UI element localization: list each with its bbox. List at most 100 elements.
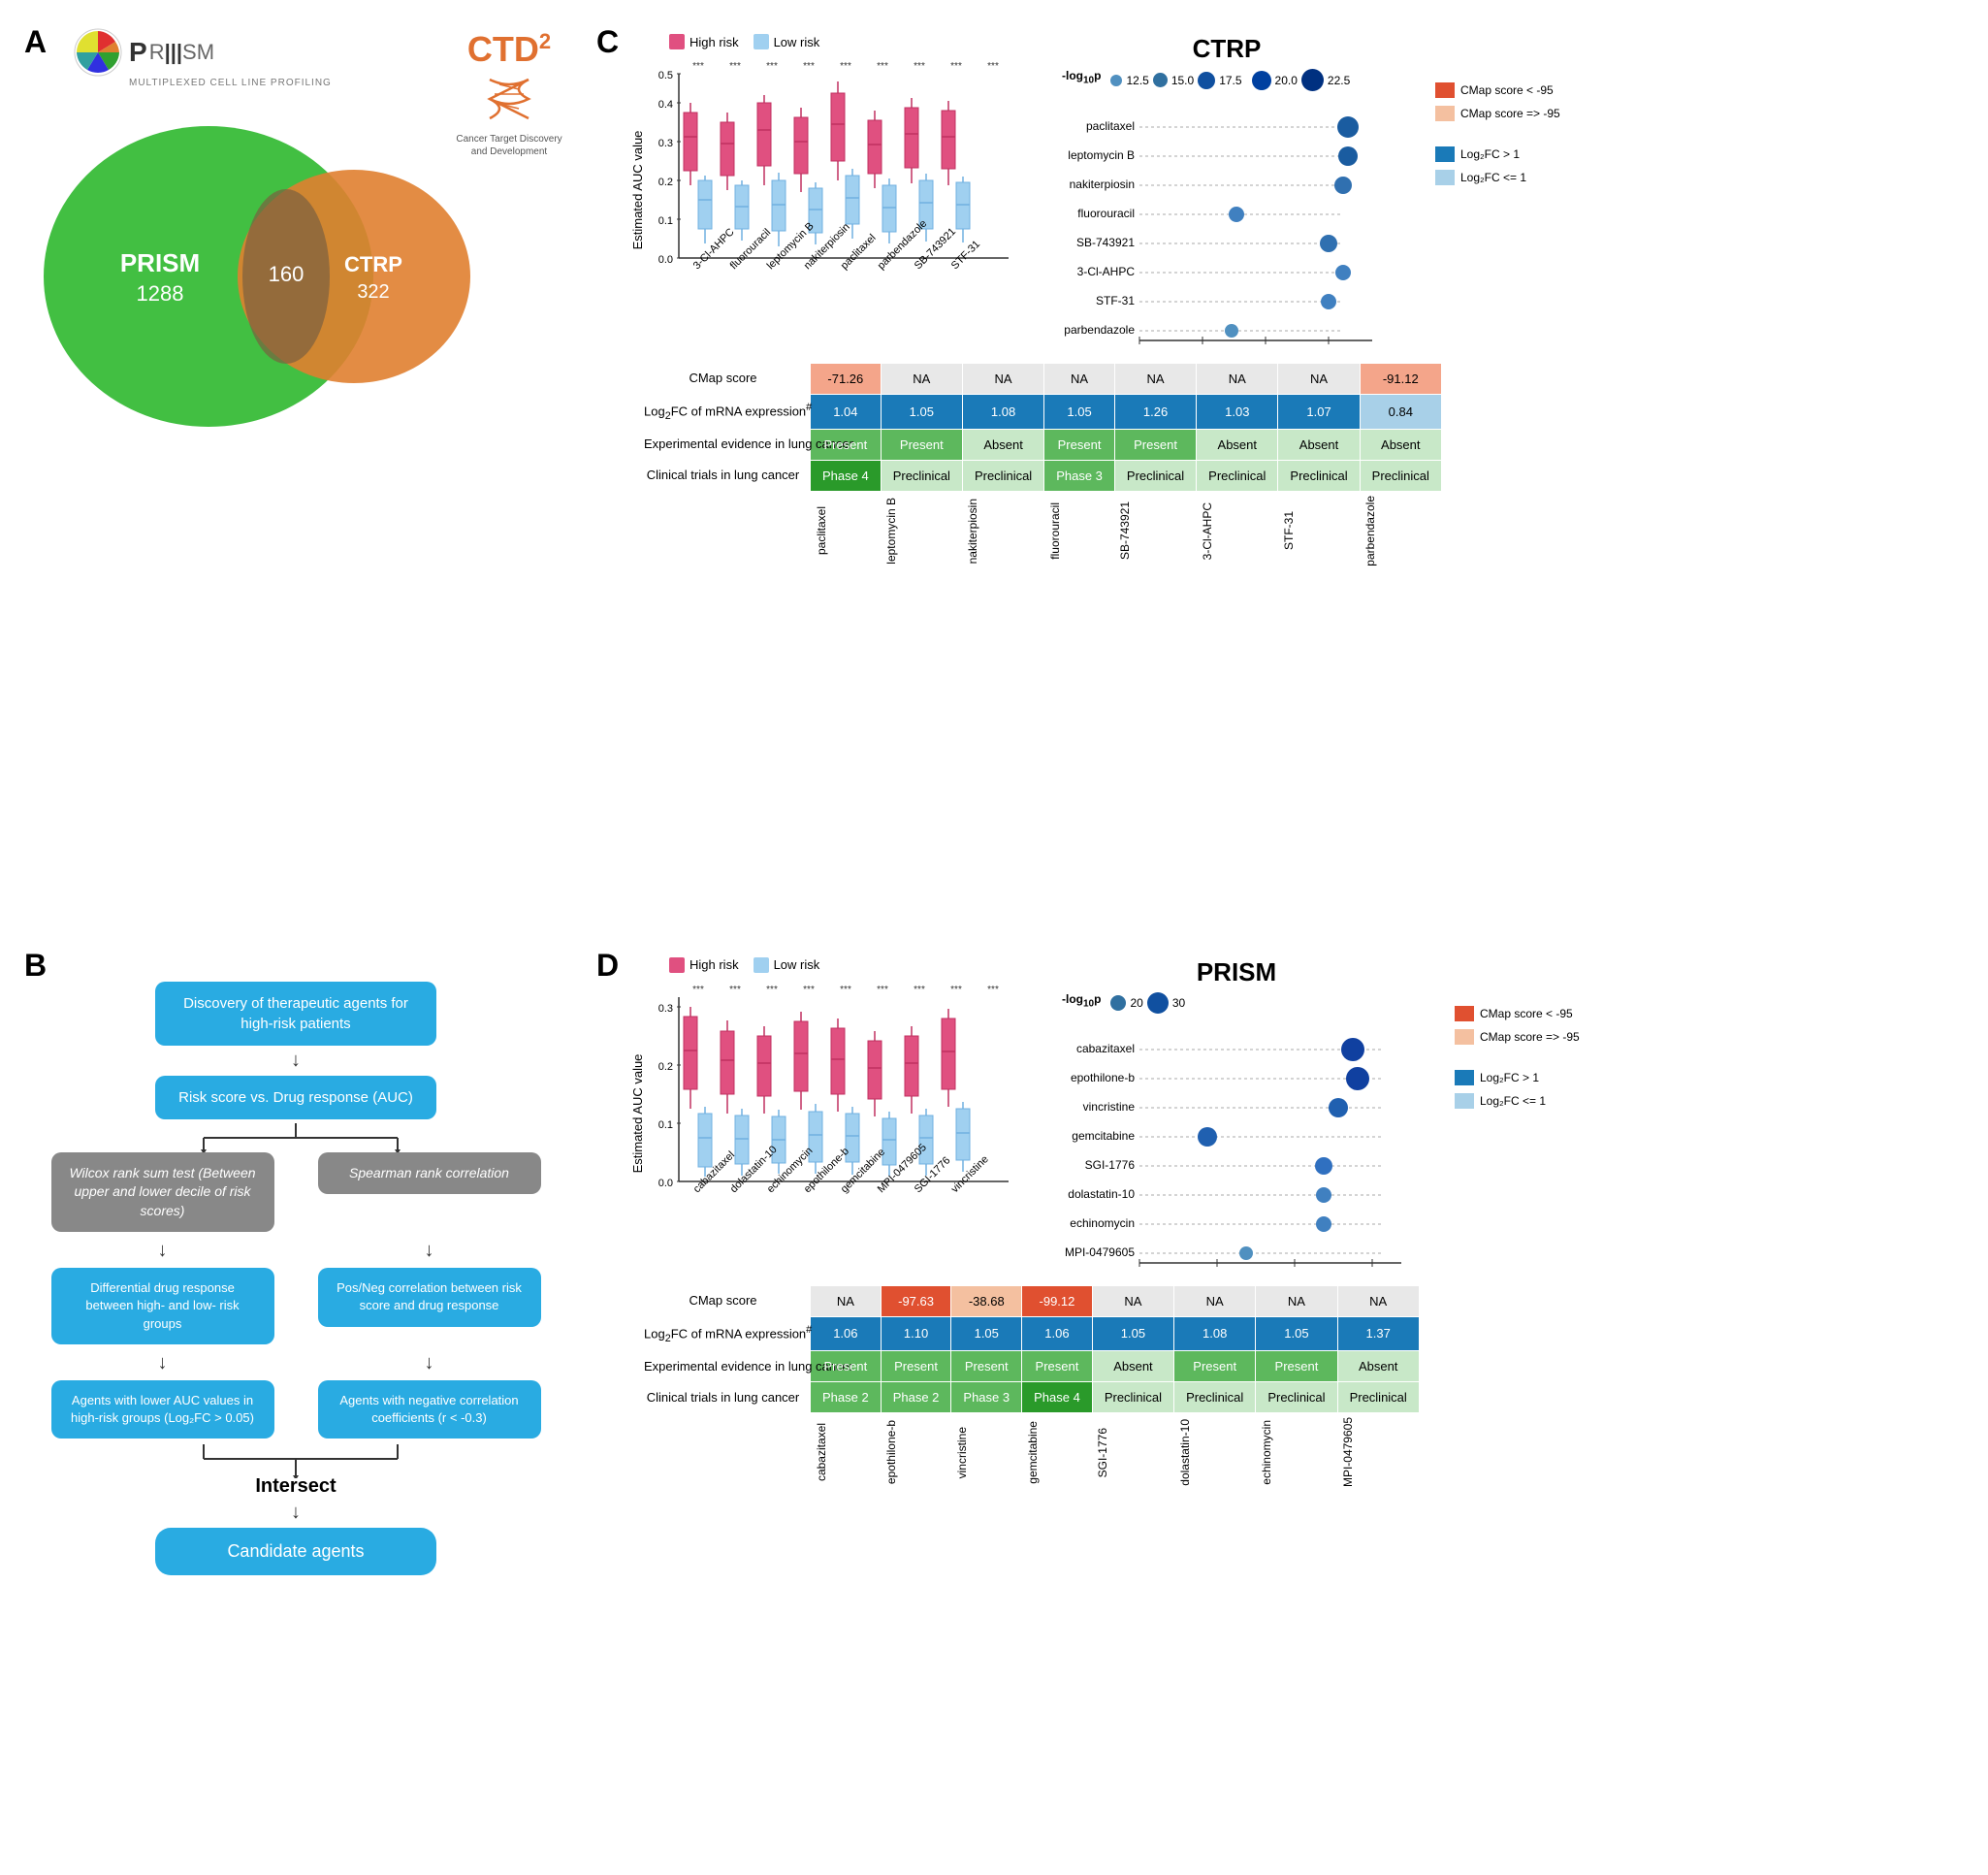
svg-text:0.1: 0.1: [658, 215, 673, 227]
svg-text:MPI-0479605: MPI-0479605: [1065, 1245, 1135, 1259]
legend-cmap-lt: CMap score < -95: [1435, 82, 1560, 98]
svg-text:***: ***: [692, 985, 704, 995]
svg-text:0.0: 0.0: [1132, 347, 1146, 348]
split-arrow: [39, 1123, 553, 1152]
svg-text:***: ***: [987, 61, 999, 72]
prism-text: P: [129, 37, 149, 68]
panel-d-title: PRISM: [1042, 957, 1430, 987]
svg-text:nakiterpiosin: nakiterpiosin: [1070, 178, 1135, 191]
svg-text:paclitaxel: paclitaxel: [1086, 119, 1135, 133]
legend-log2fc-gt-d: Log₂FC > 1: [1455, 1070, 1580, 1085]
svg-text:***: ***: [950, 61, 962, 72]
prism-label: PRISM: [120, 248, 200, 277]
svg-text:fluorouracil: fluorouracil: [1077, 207, 1135, 220]
flow-row-gray: Wilcox rank sum test (Between upper and …: [39, 1152, 553, 1233]
dotplot-c: CTRP -log10p 12.5 15.0 17.5 20.0 22.5: [1042, 34, 1411, 353]
svg-text:0.2: 0.2: [658, 177, 673, 188]
svg-text:leptomycin B: leptomycin B: [1068, 148, 1135, 162]
svg-text:0.0: 0.0: [658, 1178, 673, 1189]
legend-cmap-gte-d: CMap score => -95: [1455, 1029, 1580, 1045]
svg-text:parbendazole: parbendazole: [1064, 323, 1135, 337]
ctrp-label: CTRP: [344, 252, 402, 276]
svg-text:3-Cl-AHPC: 3-Cl-AHPC: [1077, 265, 1136, 278]
prism-subtitle: MULTIPLEXED CELL LINE PROFILING: [129, 78, 332, 88]
legend-log2fc-lte-d: Log₂FC <= 1: [1455, 1093, 1580, 1109]
dot-legend-d: -log10p 20 30: [1062, 992, 1430, 1014]
dot-plot-svg-c: paclitaxel leptomycin B nakiterpiosin fl…: [1042, 96, 1411, 348]
svg-text:***: ***: [877, 61, 888, 72]
intersect-label: Intersect: [39, 1475, 553, 1498]
svg-text:***: ***: [692, 61, 704, 72]
svg-text:***: ***: [803, 985, 815, 995]
boxplot-c: High risk Low risk Estimated AUC value: [630, 34, 1018, 321]
svg-text:STF-31: STF-31: [1096, 294, 1135, 307]
prism-circle-icon: [73, 27, 123, 78]
boxplot-svg-c: Estimated AUC value 0.0 0.1 0.2 0.3 0.4 …: [630, 54, 1018, 316]
dot-plot-svg-d: cabazitaxel epothilone-b vincristine gem…: [1042, 1018, 1430, 1271]
dot-legend-c: -log10p 12.5 15.0 17.5 20.0 22.5: [1062, 69, 1411, 91]
svg-text:***: ***: [729, 61, 741, 72]
heatmap-row-cmap-c: CMap score -71.26 NA NA NA NA NA NA -91.…: [636, 364, 1442, 395]
boxplot-d: High risk Low risk Estimated AUC value: [630, 957, 1018, 1245]
flow-risk: Risk score vs. Drug response (AUC): [155, 1076, 436, 1119]
legend-cmap-gte: CMap score => -95: [1435, 106, 1560, 121]
svg-text:-0.3: -0.3: [1320, 347, 1338, 348]
svg-text:***: ***: [766, 985, 778, 995]
svg-text:epothilone-b: epothilone-b: [1071, 1071, 1135, 1084]
legend-log2fc-lte: Log₂FC <= 1: [1435, 170, 1560, 185]
boxplot-svg-d: Estimated AUC value 0.0 0.1 0.2 0.3: [630, 978, 1018, 1240]
svg-text:gemcitabine: gemcitabine: [1072, 1129, 1135, 1143]
panel-b-label: B: [24, 948, 47, 984]
heatmap-row-exp-c: Experimental evidence in lung cancer Pre…: [636, 429, 1442, 460]
heatmap-row-cmap-d: CMap score NA -97.63 -38.68 -99.12 NA NA…: [636, 1285, 1420, 1316]
arrow-final: ↓: [39, 1502, 553, 1524]
dotplot-d: PRISM -log10p 20 30 cabazitaxel epothilo…: [1042, 957, 1430, 1276]
legend-high-risk-d: High risk: [669, 957, 739, 973]
svg-text:0.5: 0.5: [658, 70, 673, 81]
svg-text:0.3: 0.3: [658, 138, 673, 149]
panel-c-label: C: [596, 24, 619, 60]
heatmap-row-exp-d: Experimental evidence in lung cancer Pre…: [636, 1351, 1420, 1382]
arrow-1: ↓: [39, 1050, 553, 1072]
prism-count: 1288: [137, 281, 184, 306]
arrows-row: ↓ ↓: [39, 1236, 553, 1266]
flow-posneg: Pos/Neg correlation between risk score a…: [318, 1268, 541, 1326]
flow-agents-neg: Agents with negative correlation coeffic…: [318, 1380, 541, 1439]
svg-text:***: ***: [914, 61, 925, 72]
converge-arrow: [39, 1444, 553, 1473]
svg-text:0.4: 0.4: [658, 99, 673, 111]
legend-high-risk-c: High risk: [669, 34, 739, 49]
heatmap-col-labels-d: cabazitaxel epothilone-b vincristine gem…: [636, 1413, 1420, 1492]
flow-agents-lower: Agents with lower AUC values in high-ris…: [51, 1380, 274, 1439]
color-legend-c: CMap score < -95 CMap score => -95 Log₂F…: [1435, 82, 1560, 185]
svg-text:***: ***: [950, 985, 962, 995]
panel-a-label: A: [24, 24, 47, 60]
svg-text:cabazitaxel: cabazitaxel: [1076, 1042, 1135, 1055]
panel-d-label: D: [596, 948, 619, 984]
ctrp-count: 322: [357, 281, 389, 303]
panel-b: B Discovery of therapeutic agents for hi…: [19, 943, 582, 1857]
svg-text:***: ***: [803, 61, 815, 72]
svg-text:0.1: 0.1: [658, 1119, 673, 1131]
panel-c-title: CTRP: [1042, 34, 1411, 64]
svg-text:-0.2: -0.2: [1208, 1270, 1227, 1271]
svg-text:paclitaxel: paclitaxel: [839, 232, 879, 272]
svg-text:0.2: 0.2: [658, 1061, 673, 1073]
legend-low-risk-c: Low risk: [754, 34, 820, 49]
svg-text:-0.1: -0.1: [1194, 347, 1212, 348]
svg-text:dolastatin-10: dolastatin-10: [1068, 1187, 1135, 1201]
svg-text:***: ***: [766, 61, 778, 72]
flow-diff: Differential drug response between high-…: [51, 1268, 274, 1344]
svg-text:STF-31: STF-31: [949, 239, 982, 272]
heatmap-row-log2fc-d: Log2FC of mRNA expression# 1.06 1.10 1.0…: [636, 1316, 1420, 1351]
svg-text:Estimated AUC value: Estimated AUC value: [630, 131, 645, 250]
svg-text:***: ***: [840, 61, 851, 72]
legend-log2fc-gt: Log₂FC > 1: [1435, 146, 1560, 162]
prism-logo: P R | | | S M MULTIPLEXED CELL LINE PROF…: [73, 27, 332, 88]
heatmap-col-labels-c: paclitaxel leptomycin B nakiterpiosin fl…: [636, 491, 1442, 569]
panel-c: C High risk Low ri: [592, 19, 1969, 933]
color-legend-d: CMap score < -95 CMap score => -95 Log₂F…: [1455, 1006, 1580, 1109]
overlap-count: 160: [269, 262, 305, 286]
legend-low-risk-d: Low risk: [754, 957, 820, 973]
svg-text:Estimated AUC value: Estimated AUC value: [630, 1053, 645, 1173]
